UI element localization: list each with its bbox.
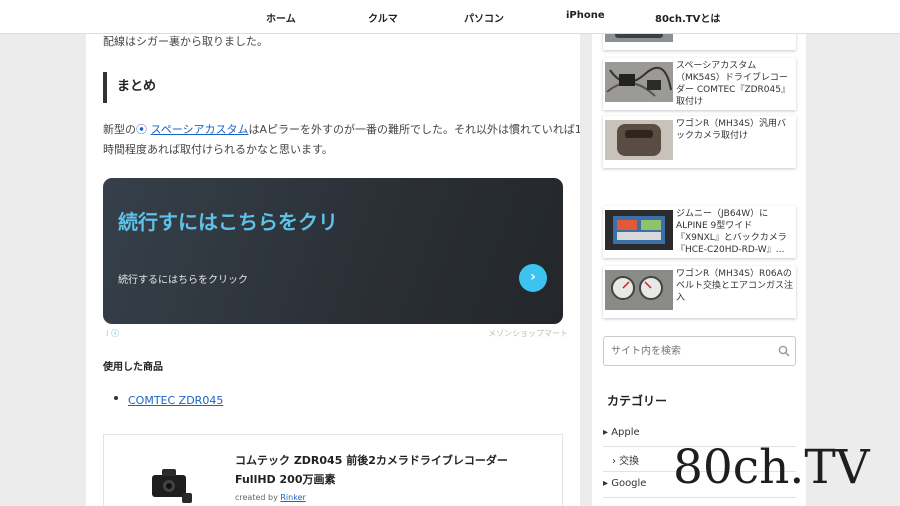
site-search-input[interactable] <box>603 336 796 366</box>
category-item-google[interactable]: ▸ Google <box>603 478 646 489</box>
ad-source-label: メゾンショップマート <box>488 329 568 338</box>
post-title[interactable]: ワゴンR（MH34S）R06Aのベルト交換とエアコンガス注入 <box>676 268 794 304</box>
category-divider <box>603 497 796 498</box>
comtec-product-link[interactable]: COMTEC ZDR045 <box>128 394 223 407</box>
site-watermark: 80ch.TV <box>673 440 870 495</box>
post-title[interactable]: ワゴンR（MH34S）汎用バックカメラ取付け <box>676 118 794 142</box>
paragraph-rest: はAピラーを外すのが一番の難所でした。それ以外は慣れていれば1 <box>248 123 580 136</box>
post-title[interactable]: スペーシアカスタム（MK54S）ドライブレコーダー COMTEC『ZDR045』… <box>676 60 794 108</box>
post-thumbnail[interactable] <box>605 270 673 310</box>
nav-item-car[interactable]: クルマ <box>368 10 398 25</box>
used-products-label: 使用した商品 <box>103 362 163 373</box>
top-nav: ホーム クルマ パソコン iPhone 80ch.TVとは <box>0 0 900 34</box>
article-paragraph-line1: 新型の⦿ スペーシアカスタムはAピラーを外すのが一番の難所でした。それ以外は慣れ… <box>103 120 580 140</box>
post-thumbnail[interactable] <box>605 34 673 42</box>
spacia-link-icon: ⦿ <box>136 123 151 136</box>
advertisement-banner[interactable]: 続行すにはこちらをクリ 続行するにはちらをクリック › <box>103 178 563 324</box>
related-post-card[interactable]: スペーシアカスタム（MK54S）ドライブレコーダー COMTEC『ZDR045』… <box>603 58 796 110</box>
article-content: 配線はシガー裏から取りました。 まとめ 新型の⦿ スペーシアカスタムはAピラーを… <box>86 34 580 506</box>
category-item-apple[interactable]: ▸ Apple <box>603 427 640 438</box>
related-post-card[interactable]: ワゴンR（MH34S）汎用バックカメラ取付け <box>603 116 796 168</box>
article-text-wiring: 配線はシガー裏から取りました。 <box>103 35 268 48</box>
section-heading-summary: まとめ <box>103 72 563 103</box>
nav-item-iphone[interactable]: iPhone <box>566 10 605 21</box>
ad-subtext: 続行するにはちらをクリック <box>118 275 248 286</box>
product-title-link[interactable]: コムテック ZDR045 前後2カメラドライブレコーダー FullHD 200万… <box>235 451 545 489</box>
ad-arrow-button[interactable]: › <box>519 264 547 292</box>
ad-info-icon[interactable]: ⁝ ⓘ <box>106 328 119 339</box>
category-heading: カテゴリー <box>607 394 668 408</box>
spacia-custom-link[interactable]: スペーシアカスタム <box>151 123 249 136</box>
sidebar: スペーシアカスタム（MK54S）ドライブレコーダー COMTEC『ZDR045』… <box>592 34 806 506</box>
ad-headline: 続行すにはこちらをクリ <box>118 210 338 234</box>
list-bullet <box>114 396 118 400</box>
related-post-card[interactable]: ワゴンR（MH34S）R06Aのベルト交換とエアコンガス注入 <box>603 266 796 318</box>
post-thumbnail[interactable] <box>605 62 673 102</box>
created-by-text: created by Rinker <box>235 493 306 502</box>
related-post-card[interactable]: ジムニー（JB64W）にALPINE 9型ワイド『X9NXL』とバックカメラ『H… <box>603 206 796 258</box>
rinker-link[interactable]: Rinker <box>280 493 305 502</box>
paragraph-prefix: 新型の <box>103 123 136 136</box>
post-thumbnail[interactable] <box>605 120 673 160</box>
nav-item-pc[interactable]: パソコン <box>464 10 504 25</box>
category-item-exchange[interactable]: › 交換 <box>612 452 639 467</box>
product-card[interactable]: コムテック ZDR045 前後2カメラドライブレコーダー FullHD 200万… <box>103 434 563 506</box>
related-post-card[interactable] <box>603 34 796 50</box>
dashcam-image[interactable] <box>144 469 194 505</box>
search-icon[interactable] <box>778 345 790 357</box>
post-thumbnail[interactable] <box>605 210 673 250</box>
nav-item-about[interactable]: 80ch.TVとは <box>655 10 720 25</box>
post-title[interactable]: ジムニー（JB64W）にALPINE 9型ワイド『X9NXL』とバックカメラ『H… <box>676 208 794 256</box>
article-paragraph-line2: 時間程度あれば取付けられるかなと思います。 <box>103 143 333 156</box>
nav-item-home[interactable]: ホーム <box>266 10 296 25</box>
